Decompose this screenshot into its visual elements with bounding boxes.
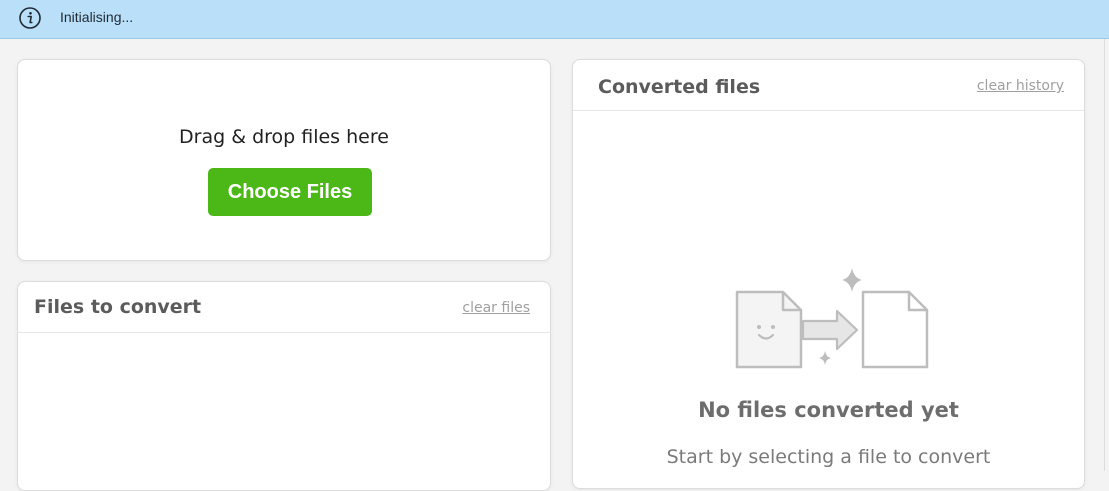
- files-to-convert-header: Files to convert clear files: [18, 282, 550, 333]
- info-icon: [19, 7, 41, 29]
- converted-files-title: Converted files: [598, 76, 761, 98]
- file-convert-icon: [735, 268, 929, 369]
- dropzone-text: Drag & drop files here: [179, 126, 389, 148]
- clear-files-link[interactable]: clear files: [462, 300, 530, 316]
- converted-files-header: Converted files clear history: [573, 60, 1084, 111]
- files-to-convert-panel: Files to convert clear files: [17, 281, 551, 491]
- clear-history-link[interactable]: clear history: [977, 78, 1064, 94]
- page-scrollbar[interactable]: [1104, 39, 1109, 471]
- banner-status-text: Initialising...: [60, 9, 134, 25]
- empty-state-title: No files converted yet: [698, 398, 959, 422]
- files-to-convert-title: Files to convert: [34, 296, 202, 318]
- converted-files-panel: Converted files clear history No files c…: [572, 59, 1085, 489]
- empty-state-subtitle: Start by selecting a file to convert: [666, 446, 991, 468]
- choose-files-button[interactable]: Choose Files: [208, 168, 372, 216]
- status-banner: Initialising...: [0, 0, 1109, 39]
- file-dropzone[interactable]: Drag & drop files here Choose Files: [17, 59, 551, 261]
